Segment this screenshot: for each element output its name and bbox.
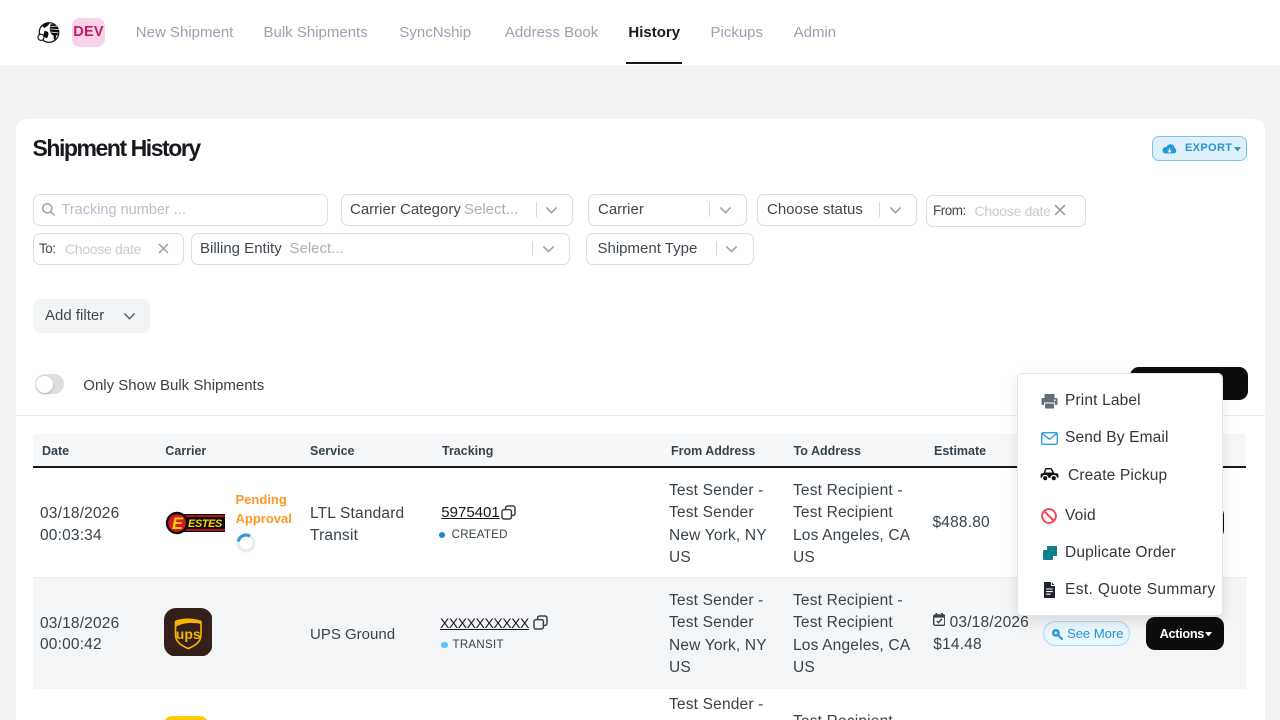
- svg-text:ups: ups: [176, 626, 201, 642]
- svg-text:E: E: [172, 515, 184, 533]
- svg-text:ESTES: ESTES: [188, 518, 223, 530]
